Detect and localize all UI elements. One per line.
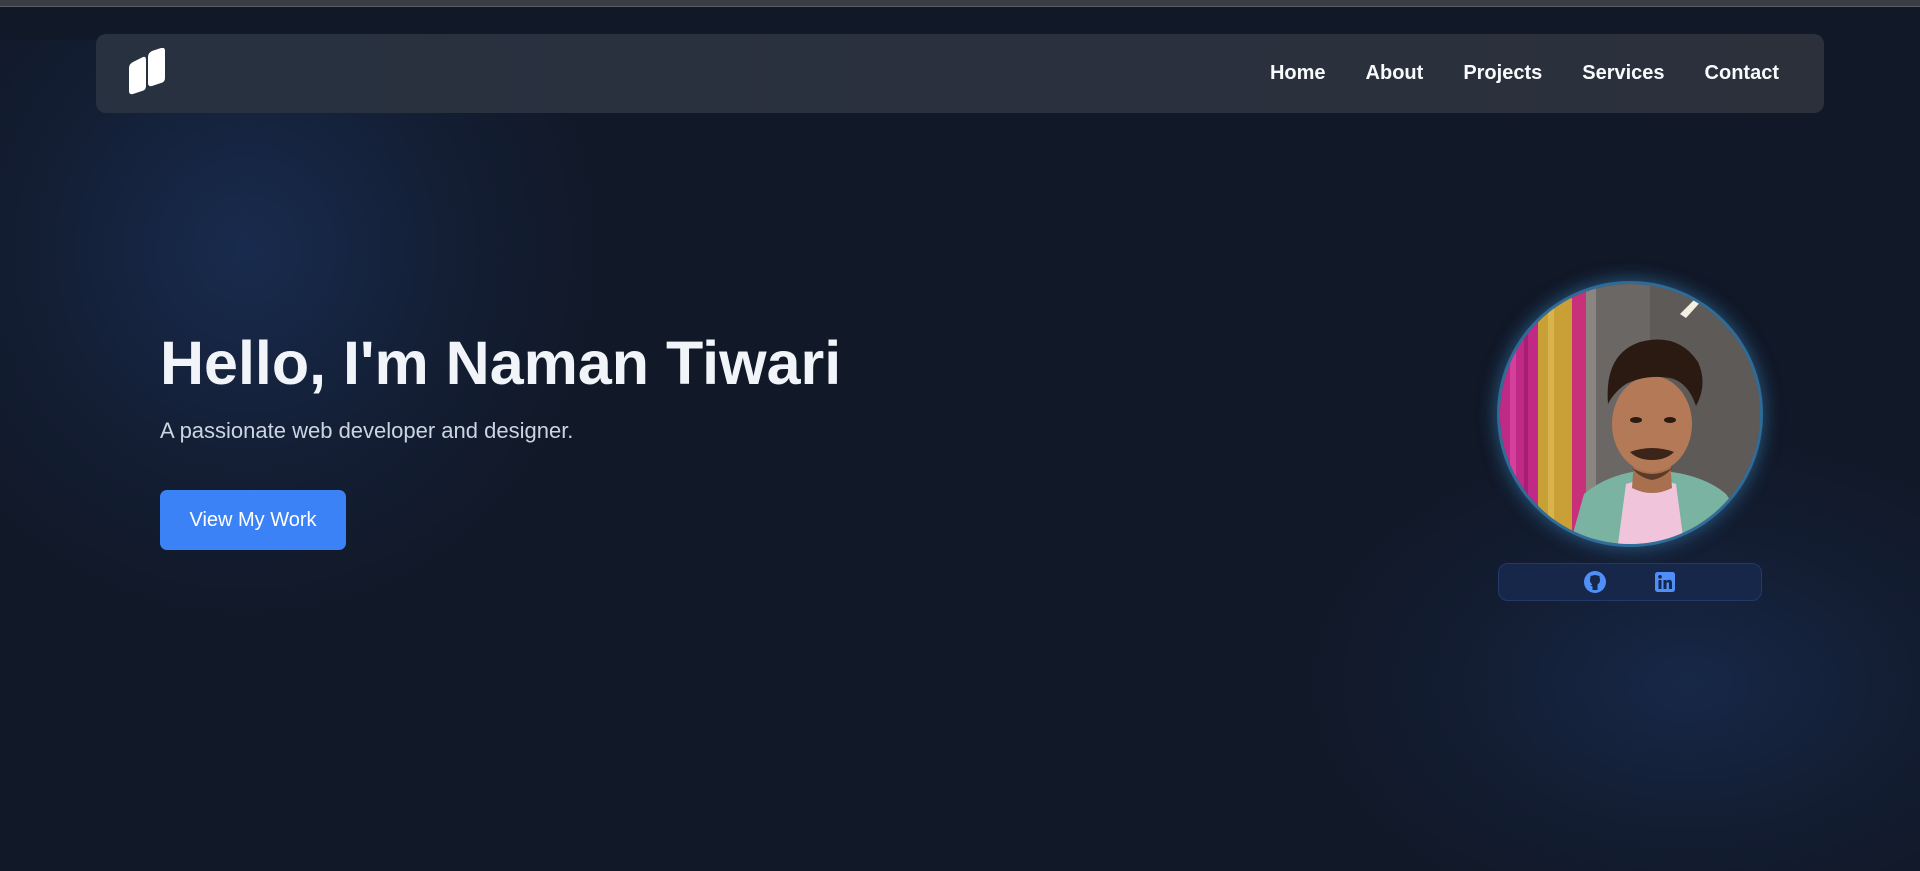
nav-links: Home About Projects Services Contact: [1270, 34, 1779, 113]
view-my-work-button[interactable]: View My Work: [160, 490, 346, 550]
linkedin-icon[interactable]: [1653, 570, 1677, 594]
nav-link-projects[interactable]: Projects: [1463, 62, 1542, 85]
nav-link-home[interactable]: Home: [1270, 62, 1326, 85]
github-icon[interactable]: [1583, 570, 1607, 594]
hero-subtitle: A passionate web developer and designer.: [160, 418, 574, 443]
navbar: Home About Projects Services Contact: [96, 34, 1824, 113]
profile-photo: [1500, 284, 1760, 544]
nav-link-about[interactable]: About: [1366, 62, 1424, 85]
logo-icon[interactable]: [125, 47, 167, 96]
social-links-bar: [1498, 563, 1762, 601]
nav-link-services[interactable]: Services: [1582, 62, 1664, 85]
browser-top-strip: [0, 0, 1920, 7]
hero-title: Hello, I'm Naman Tiwari: [160, 329, 842, 397]
nav-link-contact[interactable]: Contact: [1705, 62, 1779, 85]
